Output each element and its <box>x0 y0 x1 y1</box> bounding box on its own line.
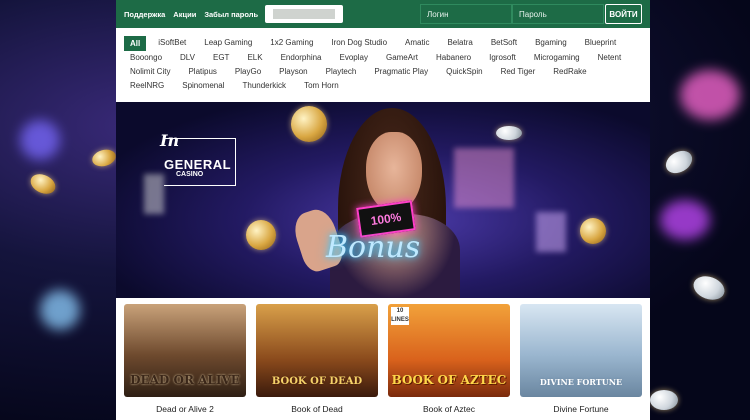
game-logo: DIVINE FORTUNE <box>539 377 623 387</box>
casino-logo: In GENERAL CASINO <box>160 131 236 186</box>
game-card[interactable]: 10 LINES BOOK OF AZTEC Book of Aztec <box>388 304 510 420</box>
game-card[interactable]: BOOK OF DEAD Book of Dead <box>256 304 378 420</box>
coin <box>661 146 697 178</box>
model-face <box>366 132 422 212</box>
coin <box>580 218 606 244</box>
game-logo: BOOK OF AZTEC <box>391 373 507 387</box>
space-glow <box>660 200 710 240</box>
provider-filter-item[interactable]: Blueprint <box>579 36 623 51</box>
provider-filter-item[interactable]: Pragmatic Play <box>368 65 434 79</box>
top-bar: Поддержка Акции Забыл пароль Логин Парол… <box>116 0 650 28</box>
provider-filter-item[interactable]: Tom Horn <box>298 79 345 93</box>
provider-filter-item[interactable]: Bgaming <box>529 36 573 51</box>
space-glow <box>680 70 740 120</box>
coin <box>496 126 522 140</box>
game-title[interactable]: Book of Aztec <box>423 404 475 414</box>
logo-general: GENERAL <box>164 157 232 172</box>
provider-filter-item[interactable]: PlayGo <box>229 65 267 79</box>
provider-filter-item[interactable]: Nolimit City <box>124 65 176 79</box>
search-input[interactable] <box>265 5 343 23</box>
game-thumbnail[interactable]: DEAD OR ALIVE <box>124 304 246 397</box>
provider-filter-item[interactable]: Netent <box>592 51 628 65</box>
provider-filter-item[interactable]: Playtech <box>320 65 363 79</box>
coin <box>246 220 276 250</box>
provider-filter-item[interactable]: Playson <box>273 65 313 79</box>
login-button[interactable]: ВОЙТИ <box>605 4 642 24</box>
provider-filter-item[interactable]: RedRake <box>547 65 592 79</box>
logo-casino: CASINO <box>176 171 204 178</box>
coin <box>650 390 678 410</box>
game-thumbnail[interactable]: BOOK OF DEAD <box>256 304 378 397</box>
game-logo: DEAD OR ALIVE <box>130 373 240 387</box>
bonus-neon-text: Bonus <box>326 230 421 265</box>
provider-filter-item[interactable]: 1x2 Gaming <box>264 36 319 51</box>
provider-filter-item[interactable]: Endorphina <box>275 51 328 65</box>
provider-filter-item[interactable]: Belatra <box>441 36 478 51</box>
provider-filter-item[interactable]: Igrosoft <box>483 51 522 65</box>
provider-filter: All iSoftBet Leap Gaming 1x2 Gaming Iron Dog… <box>116 28 650 102</box>
provider-filter-item[interactable]: EGT <box>207 51 235 65</box>
casino-frame: Поддержка Акции Забыл пароль Логин Парол… <box>116 0 650 420</box>
game-card[interactable]: DIVINE FORTUNE Divine Fortune <box>520 304 642 420</box>
provider-filter-item[interactable]: GameArt <box>380 51 424 65</box>
provider-filter-item[interactable]: DLV <box>174 51 201 65</box>
provider-filter-item[interactable]: Platipus <box>182 65 222 79</box>
logo-in: In <box>160 131 180 150</box>
provider-filter-item[interactable]: Evoplay <box>334 51 374 65</box>
search-input-content <box>273 9 335 19</box>
provider-filter-item[interactable]: Booongo <box>124 51 168 65</box>
provider-filter-item[interactable]: Thunderkick <box>236 79 292 93</box>
game-title[interactable]: Book of Dead <box>291 404 343 414</box>
lines-badge: 10 LINES <box>391 307 409 325</box>
games-row: DEAD OR ALIVE Dead or Alive 2 BOOK OF DE… <box>116 298 650 420</box>
provider-filter-item[interactable]: Amatic <box>399 36 435 51</box>
blurred-decoration <box>144 174 164 214</box>
provider-filter-item[interactable]: ReelNRG <box>124 79 170 93</box>
promo-banner[interactable]: In GENERAL CASINO 100% Bonus <box>116 102 650 298</box>
game-card[interactable]: DEAD OR ALIVE Dead or Alive 2 <box>124 304 246 420</box>
provider-filter-item[interactable]: QuickSpin <box>440 65 488 79</box>
game-title[interactable]: Dead or Alive 2 <box>156 404 214 414</box>
provider-filter-item[interactable]: Leap Gaming <box>198 36 258 51</box>
game-thumbnail[interactable]: 10 LINES BOOK OF AZTEC <box>388 304 510 397</box>
space-glow <box>40 290 80 330</box>
provider-filter-item[interactable]: Habanero <box>430 51 477 65</box>
login-field[interactable]: Логин <box>420 4 512 24</box>
provider-filter-item[interactable]: BetSoft <box>485 36 523 51</box>
forgot-password-link[interactable]: Забыл пароль <box>204 10 258 19</box>
space-glow <box>20 120 60 160</box>
provider-filter-item[interactable]: Spinomenal <box>176 79 230 93</box>
game-title[interactable]: Divine Fortune <box>553 404 608 414</box>
game-logo: BOOK OF DEAD <box>271 376 363 387</box>
provider-filter-item[interactable]: iSoftBet <box>152 36 192 51</box>
coin <box>27 170 59 198</box>
provider-filter-item[interactable]: ELK <box>241 51 268 65</box>
support-link[interactable]: Поддержка <box>124 10 165 19</box>
blurred-decoration <box>536 212 566 252</box>
provider-filter-item[interactable]: All <box>124 36 147 51</box>
coin <box>690 272 728 304</box>
provider-filter-item[interactable]: Iron Dog Studio <box>325 36 393 51</box>
promotions-link[interactable]: Акции <box>173 10 196 19</box>
game-thumbnail[interactable]: DIVINE FORTUNE <box>520 304 642 397</box>
password-field[interactable]: Пароль <box>512 4 604 24</box>
provider-filter-item[interactable]: Red Tiger <box>495 65 542 79</box>
provider-filter-item[interactable]: Microgaming <box>528 51 586 65</box>
coin <box>90 147 118 169</box>
blurred-decoration <box>454 148 514 208</box>
coin <box>291 106 327 142</box>
